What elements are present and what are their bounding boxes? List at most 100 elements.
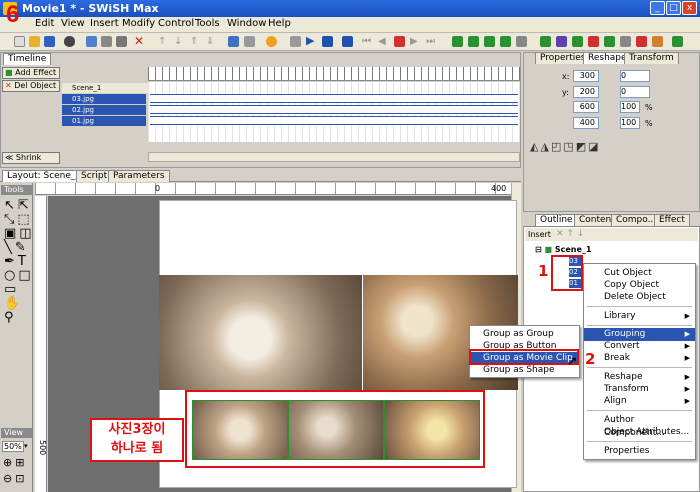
undo-icon[interactable] — [228, 36, 239, 47]
copy-icon[interactable] — [101, 36, 112, 47]
pen-tool-icon[interactable]: ✒ — [4, 254, 18, 269]
menu-insert[interactable]: Insert — [90, 18, 119, 29]
new-icon[interactable] — [14, 36, 25, 47]
zoom-select[interactable]: 50% — [2, 441, 24, 452]
shrink-button[interactable]: ≪ Shrink — [2, 152, 60, 164]
stop-icon[interactable] — [290, 36, 301, 47]
prev-frame-icon[interactable]: ◀ — [378, 36, 389, 47]
zoom-out-icon[interactable]: ⊖ — [3, 472, 15, 485]
scale-h-input[interactable]: 100 — [620, 117, 640, 129]
select-tool-icon[interactable]: ↖ — [4, 198, 18, 213]
insert-image-icon[interactable] — [516, 36, 527, 47]
skew-input[interactable]: 0 — [620, 86, 650, 98]
reshape-icon-2[interactable]: ◮ — [540, 140, 550, 153]
transform-tool-icon[interactable]: ⤡ — [4, 212, 17, 227]
zoom-tool-icon[interactable]: ⚲ — [4, 310, 17, 325]
pause-icon[interactable] — [342, 36, 353, 47]
layer-row-03[interactable]: 03.jpg — [62, 94, 146, 104]
minimize-button[interactable]: _ — [650, 1, 665, 15]
menu-object-attributes[interactable]: Object Attributes... — [584, 426, 695, 439]
layer-row-01[interactable]: 01.jpg — [62, 116, 146, 126]
insert-text-icon[interactable] — [468, 36, 479, 47]
close-button[interactable]: x — [682, 1, 697, 15]
tab-timeline[interactable]: Timeline — [3, 53, 52, 65]
effect-icon-7[interactable] — [636, 36, 647, 47]
angle-input[interactable]: 0 — [620, 70, 650, 82]
menu-break[interactable]: Break ▶ — [584, 352, 695, 365]
tab-transform[interactable]: Transform — [624, 52, 679, 64]
zoom-fit-icon[interactable]: ⊞ — [15, 456, 27, 469]
width-input[interactable]: 600 — [573, 101, 599, 113]
effect-icon-9[interactable] — [672, 36, 683, 47]
track-02[interactable] — [150, 105, 518, 114]
move-top-icon[interactable]: ⇑ — [190, 36, 201, 47]
reshape-icon-3[interactable]: ◰ — [551, 140, 563, 153]
open-icon[interactable] — [29, 36, 40, 47]
insert-scene-icon[interactable] — [452, 36, 463, 47]
outline-arrows-icon[interactable]: ✕ ↑ ↓ — [556, 229, 584, 239]
zoom-dropdown-icon[interactable]: ▾ — [24, 441, 32, 452]
gradient-tool-icon[interactable]: ◫ — [19, 226, 34, 241]
effect-icon-5[interactable] — [604, 36, 615, 47]
menu-help[interactable]: Help — [268, 18, 291, 29]
move-bottom-icon[interactable]: ⇓ — [206, 36, 217, 47]
track-01[interactable] — [150, 116, 518, 125]
layer-row-02[interactable]: 02.jpg — [62, 105, 146, 115]
menu-properties[interactable]: Properties — [584, 445, 695, 458]
reshape-icon-6[interactable]: ◪ — [588, 140, 600, 153]
move-down-icon[interactable]: ↓ — [174, 36, 185, 47]
text-tool-icon[interactable]: T — [18, 254, 29, 269]
photo-shells-left[interactable] — [159, 275, 362, 390]
menu-delete-object[interactable]: Delete Object — [584, 291, 695, 304]
group-photo-2[interactable] — [288, 400, 384, 460]
play-frame-icon[interactable] — [322, 36, 333, 47]
menu-edit[interactable]: Edit — [35, 18, 54, 29]
menu-control[interactable]: Control — [158, 18, 194, 29]
insert-sprite-icon[interactable] — [500, 36, 511, 47]
subselect-tool-icon[interactable]: ⇱ — [18, 198, 32, 213]
group-photo-1[interactable] — [192, 400, 288, 460]
rect-tool-icon[interactable]: □ — [18, 268, 33, 283]
tab-outline[interactable]: Outline — [535, 214, 578, 226]
menu-library[interactable]: Library ▶ — [584, 310, 695, 323]
first-frame-icon[interactable]: ⏮ — [362, 36, 373, 47]
marker-icon[interactable] — [394, 36, 405, 47]
effect-icon-1[interactable] — [540, 36, 551, 47]
group-photo-3[interactable] — [384, 400, 480, 460]
menu-window[interactable]: Window — [227, 18, 266, 29]
print-icon[interactable] — [64, 36, 75, 47]
y-input[interactable]: 200 — [573, 86, 599, 98]
menu-modify[interactable]: Modify — [122, 18, 155, 29]
ellipse-tool-icon[interactable]: ○ — [4, 268, 18, 283]
zoom-100-icon[interactable]: ⊡ — [15, 472, 27, 485]
submenu-group-as-shape[interactable]: Group as Shape — [470, 364, 579, 377]
outline-scene-node[interactable]: ⊟ ■ Scene_1 — [535, 245, 591, 254]
paste-icon[interactable] — [116, 36, 127, 47]
move-up-icon[interactable]: ↑ — [158, 36, 169, 47]
play-icon[interactable]: ▶ — [306, 35, 317, 47]
roundrect-tool-icon[interactable]: ▭ — [4, 282, 19, 297]
effect-icon-2[interactable] — [556, 36, 567, 47]
add-effect-button[interactable]: ■ Add Effect ▾ — [2, 67, 60, 87]
timeline-ruler[interactable] — [148, 67, 520, 81]
effect-icon-6[interactable] — [620, 36, 631, 47]
outline-insert-button[interactable]: Insert — [528, 230, 551, 239]
x-input[interactable]: 300 — [573, 70, 599, 82]
next-frame-icon[interactable]: ▶ — [410, 36, 421, 47]
line-tool-icon[interactable]: ╲ — [4, 240, 15, 255]
scale-w-input[interactable]: 100 — [620, 101, 640, 113]
tab-effect[interactable]: Effect — [654, 214, 690, 226]
tab-parameters[interactable]: Parameters — [108, 170, 170, 182]
track-03[interactable] — [150, 94, 518, 103]
help-icon[interactable] — [266, 36, 277, 47]
pencil-tool-icon[interactable]: ✎ — [15, 240, 29, 255]
menu-tools[interactable]: Tools — [195, 18, 220, 29]
insert-button-icon[interactable] — [484, 36, 495, 47]
cut-icon[interactable] — [86, 36, 97, 47]
height-input[interactable]: 400 — [573, 117, 599, 129]
reshape-icon-5[interactable]: ◩ — [576, 140, 588, 153]
menu-view[interactable]: View — [61, 18, 85, 29]
menu-align[interactable]: Align ▶ — [584, 395, 695, 408]
redo-icon[interactable] — [244, 36, 255, 47]
tab-layout[interactable]: Layout: Scene_1 — [2, 170, 87, 182]
